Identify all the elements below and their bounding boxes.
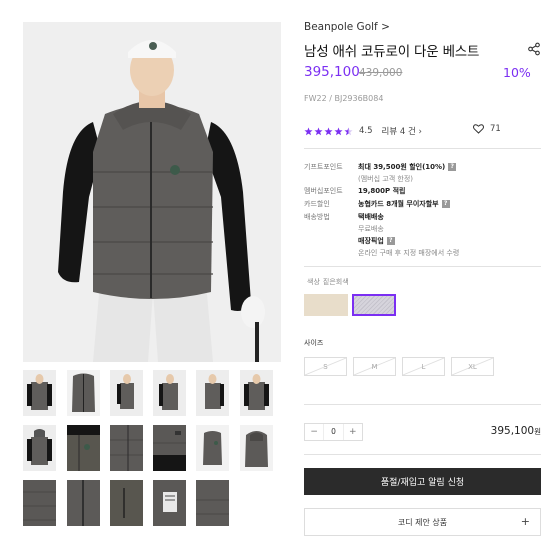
thumbnail[interactable] (196, 370, 229, 416)
like-count: 71 (490, 124, 501, 134)
size-option-label: M (371, 362, 378, 371)
rating-value: 4.5 (359, 126, 373, 136)
shipping-value: 택배배송 (358, 213, 384, 221)
thumbnail[interactable] (23, 480, 56, 526)
size-option-label: XL (468, 362, 477, 371)
help-icon[interactable]: ? (448, 163, 457, 171)
discount-rate: 10% (503, 65, 531, 80)
divider (304, 148, 541, 149)
rating-stars[interactable] (304, 126, 353, 136)
product-title: 남성 애쉬 코듀로이 다운 베스트 (304, 44, 480, 60)
quantity-stepper: − 0 + (304, 423, 363, 441)
gift-point-label: 기프트포인트 (304, 163, 343, 171)
model-photo (23, 22, 281, 362)
size-option[interactable]: XL (451, 357, 494, 376)
star-icon (324, 126, 333, 135)
plus-icon: + (520, 515, 530, 528)
star-icon (314, 126, 323, 135)
size-option-label: S (323, 362, 328, 371)
size-option-label: L (421, 362, 426, 371)
divider (304, 404, 541, 405)
divider (304, 454, 541, 455)
membership-point-label: 멤버십포인트 (304, 187, 343, 195)
selected-color: 짙은회색 (322, 278, 349, 286)
thumbnail[interactable] (196, 425, 229, 471)
help-icon[interactable]: ? (386, 237, 395, 245)
brand-link[interactable]: Beanpole Golf > (304, 21, 390, 33)
thumbnail[interactable] (67, 425, 100, 471)
divider (304, 266, 541, 267)
thumbnail[interactable] (196, 480, 229, 526)
share-icon[interactable] (527, 41, 541, 56)
thumbnail[interactable] (153, 480, 186, 526)
thumbnail[interactable] (67, 370, 100, 416)
star-icon (304, 126, 313, 135)
thumbnail[interactable] (110, 480, 143, 526)
size-option[interactable]: S (304, 357, 347, 376)
coordi-suggest-button[interactable]: 코디 제안 상품 + (304, 508, 541, 536)
gift-point-value: 최대 39,500원 할인(10%)? (358, 162, 457, 172)
size-option[interactable]: L (402, 357, 445, 376)
review-link[interactable]: 리뷰 4 건 › (382, 125, 422, 137)
thumbnail[interactable] (110, 370, 143, 416)
gift-point-note: (멤버십 고객 한정) (358, 175, 413, 183)
pickup-value: 매장픽업? (358, 236, 395, 246)
shipping-label: 배송방법 (304, 213, 330, 221)
original-price: 439,000 (359, 67, 403, 79)
star-icon (334, 126, 343, 135)
color-swatch-charcoal[interactable] (352, 294, 396, 316)
card-discount-value: 농협카드 8개월 무이자할부? (358, 199, 450, 209)
quantity-input[interactable]: 0 (323, 424, 344, 440)
size-label: 사이즈 (304, 339, 324, 347)
thumbnail[interactable] (110, 425, 143, 471)
shipping-note: 무료배송 (358, 225, 384, 233)
thumbnail[interactable] (23, 425, 56, 471)
restock-notify-button[interactable]: 품절/재입고 알림 신청 (304, 468, 541, 495)
thumbnail[interactable] (153, 370, 186, 416)
card-discount-label: 카드할인 (304, 200, 330, 208)
thumbnail[interactable] (240, 425, 273, 471)
size-option[interactable]: M (353, 357, 396, 376)
color-swatch-beige[interactable] (304, 294, 348, 316)
heart-icon (473, 124, 484, 134)
thumbnail[interactable] (23, 370, 56, 416)
membership-point-value: 19,800P 적립 (358, 187, 406, 195)
product-code: FW22 / BJ2936B084 (304, 94, 384, 103)
sale-price: 395,100 (304, 64, 360, 80)
thumbnail[interactable] (153, 425, 186, 471)
quantity-plus-button[interactable]: + (344, 424, 362, 440)
total-price: 395,100원 (490, 425, 541, 437)
like-button[interactable]: 71 (473, 124, 501, 134)
main-product-image[interactable] (23, 22, 281, 362)
help-icon[interactable]: ? (441, 200, 450, 208)
rating-row: 4.5 리뷰 4 건 › (304, 124, 422, 138)
thumbnail[interactable] (67, 480, 100, 526)
quantity-minus-button[interactable]: − (305, 424, 323, 440)
thumbnail[interactable] (240, 370, 273, 416)
color-label: 색상 짙은회색 (307, 278, 349, 286)
pickup-note: 온라인 구매 후 지정 매장에서 수령 (358, 249, 460, 257)
star-icon (344, 126, 353, 135)
